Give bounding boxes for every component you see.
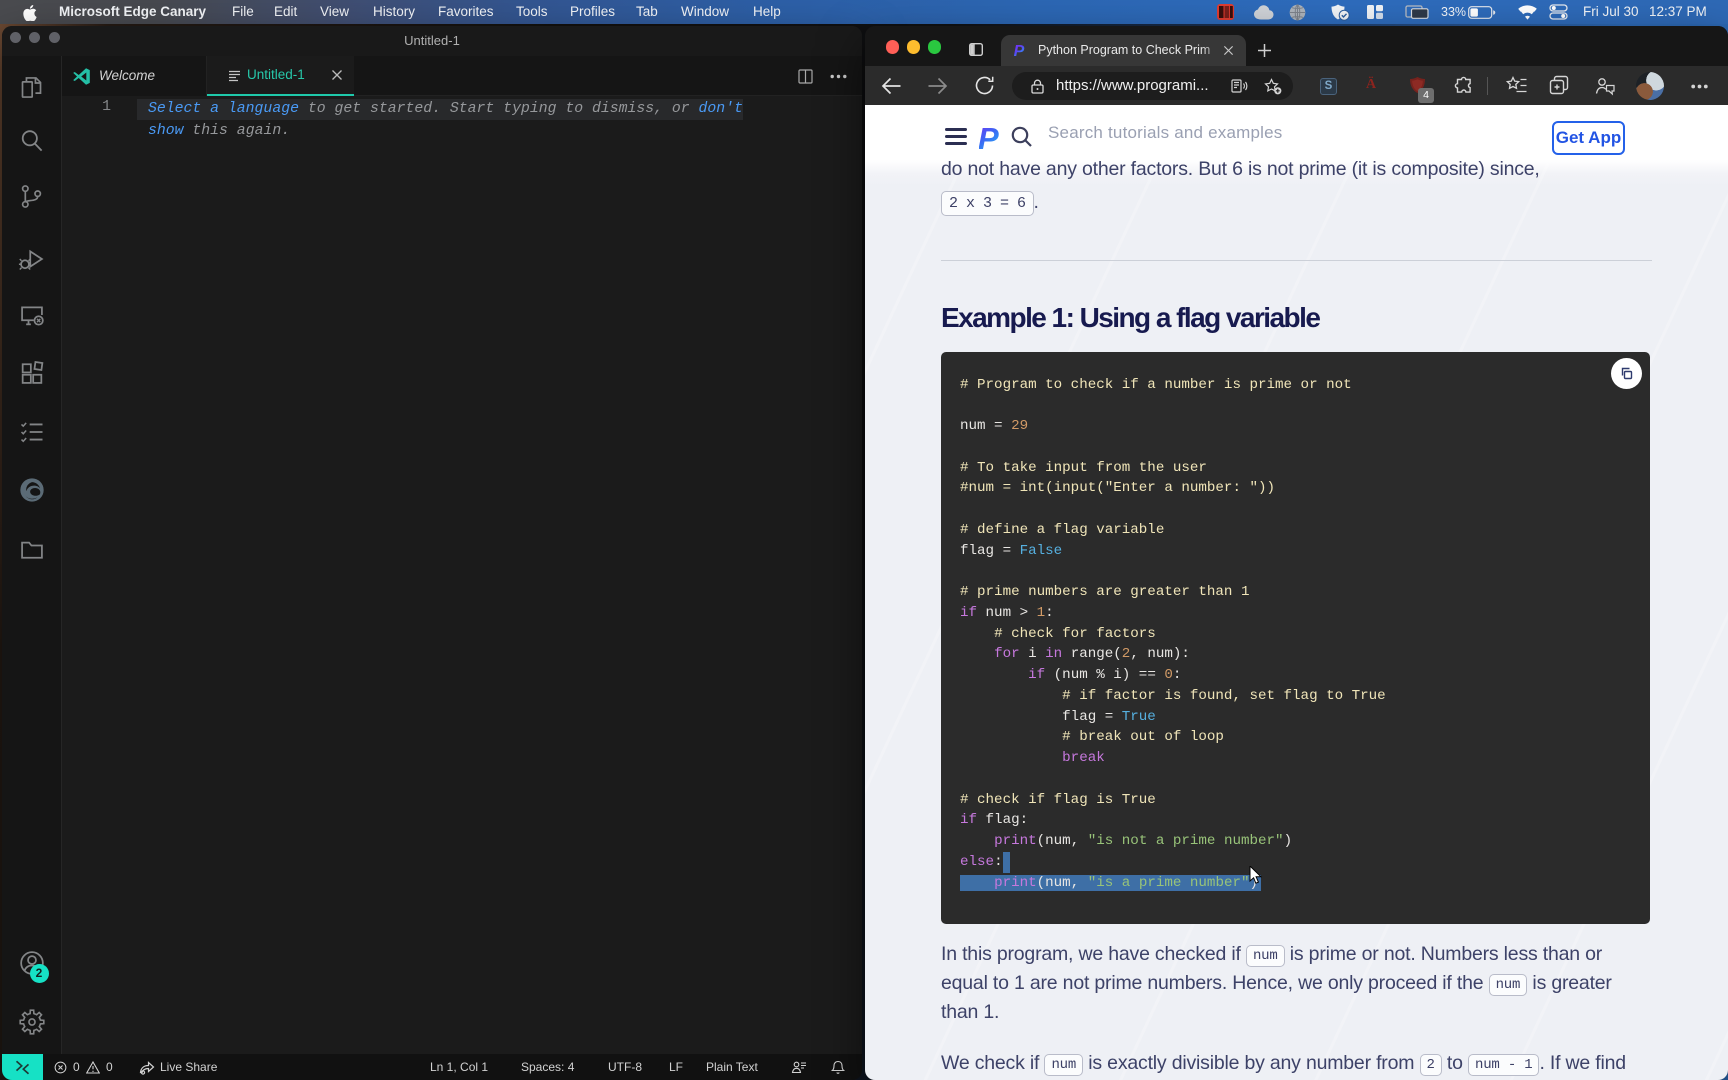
svg-text:P: P	[979, 121, 999, 153]
svg-text:P: P	[1014, 43, 1025, 59]
